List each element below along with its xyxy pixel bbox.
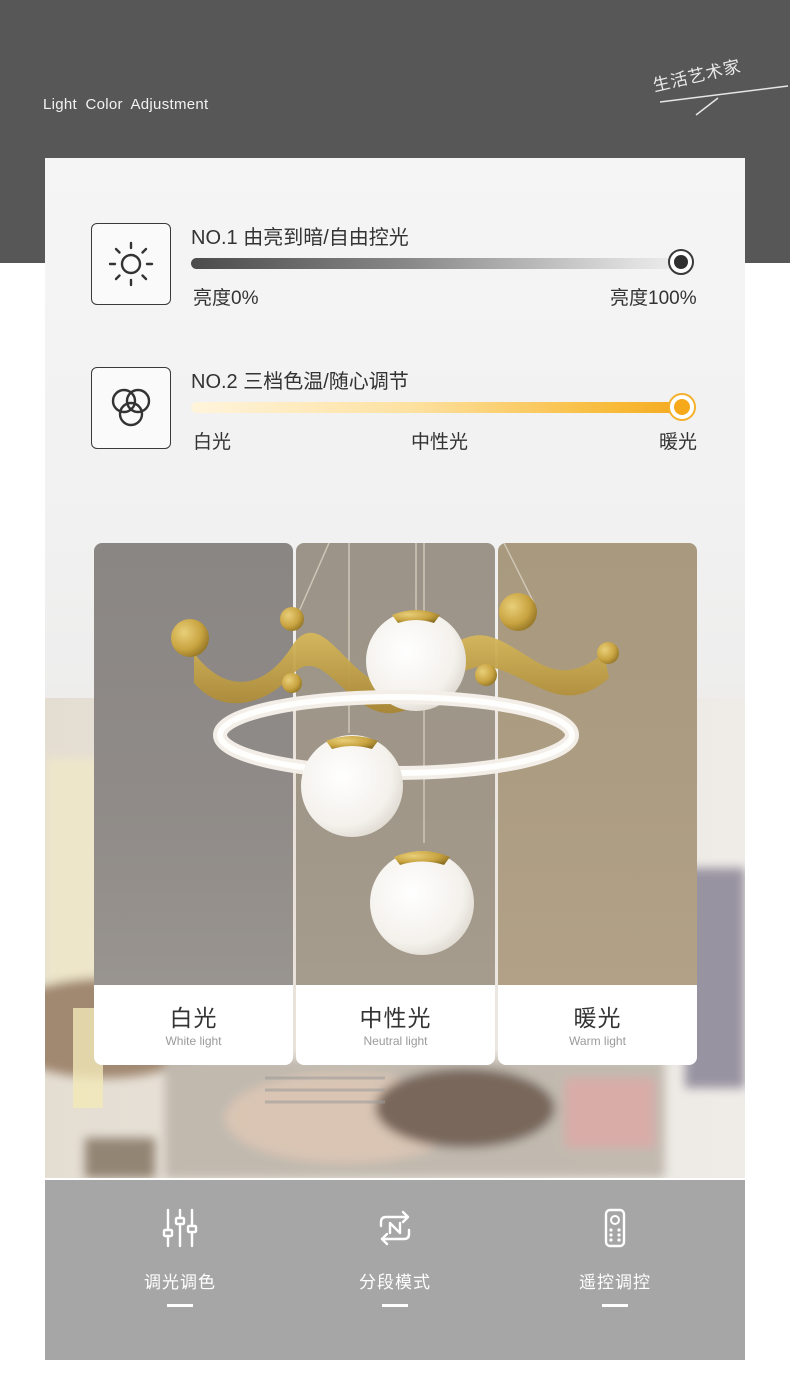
segment-mode-underline [382, 1304, 408, 1307]
feature-remote: 遥控调控 [535, 1180, 695, 1360]
color-temp-neutral-label: 中性光 [411, 432, 469, 453]
feature-1-title: NO.1 由亮到暗/自由控光 [191, 227, 409, 249]
color-temp-white-label: 白光 [193, 432, 232, 453]
neutral-light-caption: 中性光 Neutral light [296, 985, 495, 1065]
brightness-min-label: 亮度0% [193, 288, 259, 309]
light-mode-panels: 白光 White light 中性光 Neutral light 暖光 Warm… [94, 543, 698, 1066]
segment-mode-label: 分段模式 [359, 1273, 431, 1292]
color-temp-slider-handle[interactable] [668, 393, 696, 421]
feature-segment-mode: 分段模式 [315, 1180, 475, 1360]
white-light-label: 白光 [169, 1005, 218, 1031]
remote-control-icon [604, 1208, 626, 1248]
sliders-icon [162, 1208, 198, 1248]
page-title: Light Color Adjustment [43, 96, 209, 113]
warm-light-photo [498, 543, 697, 985]
warm-light-label: 暖光 [573, 1005, 622, 1031]
brightness-slider-track[interactable] [191, 258, 685, 269]
remote-label: 遥控调控 [579, 1273, 651, 1292]
brightness-slider-handle[interactable] [668, 249, 694, 275]
brand-signature: 生活艺术家 [646, 57, 790, 120]
cycle-mode-icon [379, 1210, 411, 1246]
white-light-caption: 白光 White light [94, 985, 293, 1065]
warm-light-caption: 暖光 Warm light [498, 985, 697, 1065]
feature-2-title: NO.2 三档色温/随心调节 [191, 371, 409, 393]
mode-panel-white[interactable]: 白光 White light [94, 543, 293, 1065]
color-circles-icon [111, 388, 151, 427]
color-temp-slider-track[interactable] [191, 402, 685, 413]
bottom-feature-band: 调光调色 分段模式 遥控调控 [45, 1180, 745, 1360]
brand-underline-icon [659, 85, 789, 116]
brightness-icon [108, 241, 154, 287]
warm-light-sublabel: Warm light [569, 1034, 626, 1048]
brightness-icon-box [91, 223, 171, 305]
brightness-max-label: 亮度100% [610, 288, 697, 309]
white-light-sublabel: White light [165, 1034, 222, 1048]
feature-dimming: 调光调色 [100, 1180, 260, 1360]
neutral-light-label: 中性光 [359, 1005, 432, 1031]
dimming-label: 调光调色 [144, 1273, 216, 1292]
neutral-light-sublabel: Neutral light [363, 1034, 428, 1048]
remote-underline [602, 1304, 628, 1307]
mode-panel-warm[interactable]: 暖光 Warm light [498, 543, 697, 1065]
color-temp-icon-box [91, 367, 171, 449]
mode-panel-neutral[interactable]: 中性光 Neutral light [296, 543, 495, 1065]
neutral-light-photo [296, 543, 495, 985]
dimming-underline [167, 1304, 193, 1307]
color-temp-warm-label: 暖光 [659, 432, 698, 453]
white-light-photo [94, 543, 293, 985]
